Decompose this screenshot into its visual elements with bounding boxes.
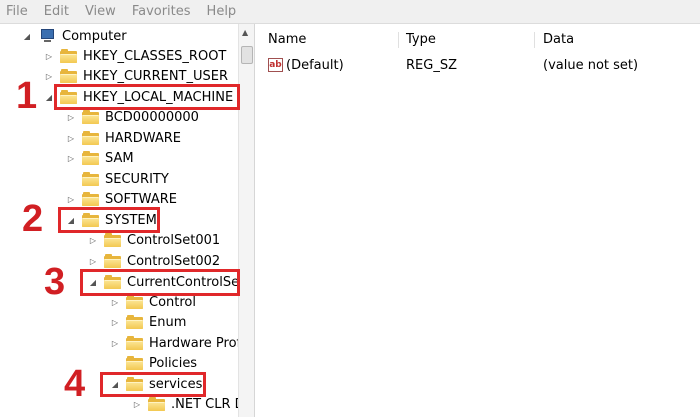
- folder-icon: [126, 315, 143, 329]
- tree-node-policies[interactable]: Policies: [110, 353, 199, 373]
- highlight-box-services: [100, 372, 206, 397]
- scroll-up-icon[interactable]: ▲: [242, 28, 248, 37]
- column-header-type[interactable]: Type: [396, 28, 532, 50]
- value-type: REG_SZ: [406, 57, 457, 73]
- folder-icon: [82, 192, 99, 206]
- expand-arrow-icon[interactable]: ▷: [66, 133, 76, 143]
- tree-scrollbar[interactable]: ▲: [238, 24, 255, 417]
- tree-node-enum[interactable]: ▷ Enum: [110, 312, 188, 332]
- highlight-box-system: [58, 207, 160, 233]
- folder-icon: [104, 233, 121, 247]
- column-header-name[interactable]: Name: [258, 28, 394, 50]
- tree-label: HKEY_CURRENT_USER: [83, 68, 229, 84]
- folder-icon: [82, 110, 99, 124]
- expand-arrow-icon[interactable]: ▷: [66, 153, 76, 163]
- expand-arrow-icon[interactable]: ▷: [66, 194, 76, 204]
- tree-label: BCD00000000: [105, 109, 199, 125]
- expand-arrow-icon[interactable]: ▷: [88, 256, 98, 266]
- folder-icon: [126, 295, 143, 309]
- menu-file[interactable]: File: [6, 4, 28, 19]
- scrollbar-thumb[interactable]: [241, 46, 253, 64]
- value-data-cell: (value not set): [543, 55, 638, 75]
- tree-label: SOFTWARE: [105, 191, 177, 207]
- tree-label: Computer: [62, 28, 127, 44]
- folder-icon: [148, 397, 165, 411]
- expand-arrow-icon[interactable]: ▷: [44, 71, 54, 81]
- folder-icon: [60, 49, 77, 63]
- tree-node-hardware[interactable]: ▷ HARDWARE: [66, 128, 183, 148]
- step-number-3: 3: [44, 261, 66, 303]
- value-name: (Default): [286, 57, 344, 73]
- folder-icon: [82, 131, 99, 145]
- tree-label: .NET CLR D: [171, 396, 238, 412]
- expand-arrow-icon[interactable]: ▷: [110, 317, 120, 327]
- value-type-cell: REG_SZ: [406, 55, 457, 75]
- step-number-4: 4: [64, 363, 86, 405]
- string-value-icon: ab: [268, 58, 283, 72]
- tree-node-software[interactable]: ▷ SOFTWARE: [66, 189, 179, 209]
- menu-view[interactable]: View: [85, 4, 116, 19]
- menu-edit[interactable]: Edit: [44, 4, 69, 19]
- tree-label: ControlSet001: [127, 232, 221, 248]
- tree-node-net-clr[interactable]: ▷ .NET CLR D: [132, 394, 238, 414]
- tree-label: Enum: [149, 314, 187, 330]
- collapse-arrow-icon[interactable]: ◢: [22, 31, 32, 41]
- value-data: (value not set): [543, 57, 639, 73]
- highlight-box-currentcontrolset: [80, 269, 240, 296]
- tree-node-controlset002[interactable]: ▷ ControlSet002: [88, 251, 222, 271]
- tree-label: Control: [149, 294, 196, 310]
- column-header-data[interactable]: Data: [533, 28, 693, 50]
- tree-label: Policies: [149, 355, 198, 371]
- folder-icon: [126, 336, 143, 350]
- tree-node-controlset001[interactable]: ▷ ControlSet001: [88, 230, 222, 250]
- expand-arrow-icon[interactable]: ▷: [88, 235, 98, 245]
- tree-label: Hardware Prof: [149, 335, 238, 351]
- tree-node-hkcu[interactable]: ▷ HKEY_CURRENT_USER: [44, 66, 230, 86]
- tree-node-hardware-profiles[interactable]: ▷ Hardware Prof: [110, 333, 238, 353]
- expand-arrow-icon[interactable]: ▷: [66, 112, 76, 122]
- expand-arrow-icon[interactable]: ▷: [44, 51, 54, 61]
- tree-node-hkcr[interactable]: ▷ HKEY_CLASSES_ROOT: [44, 46, 228, 66]
- tree-node-bcd[interactable]: ▷ BCD00000000: [66, 107, 201, 127]
- tree-node-security[interactable]: SECURITY: [66, 169, 171, 189]
- folder-icon: [82, 172, 99, 186]
- folder-icon: [82, 151, 99, 165]
- step-number-1: 1: [16, 75, 38, 117]
- tree-label: HKEY_CLASSES_ROOT: [83, 48, 227, 64]
- menu-bar: File Edit View Favorites Help: [0, 0, 700, 24]
- computer-icon: [38, 29, 56, 43]
- highlight-box-hklm: [54, 84, 240, 110]
- folder-icon: [126, 356, 143, 370]
- tree-label: ControlSet002: [127, 253, 221, 269]
- tree-node-computer[interactable]: ◢ Computer: [22, 26, 129, 46]
- menu-favorites[interactable]: Favorites: [132, 4, 191, 19]
- tree-node-sam[interactable]: ▷ SAM: [66, 148, 136, 168]
- menu-help[interactable]: Help: [207, 4, 237, 19]
- tree-label: HARDWARE: [105, 130, 181, 146]
- collapse-arrow-icon[interactable]: ◢: [44, 92, 54, 102]
- expand-arrow-icon[interactable]: ▷: [110, 338, 120, 348]
- tree-label: SAM: [105, 150, 134, 166]
- value-row[interactable]: ab (Default): [268, 55, 344, 75]
- expand-arrow-icon[interactable]: ▷: [132, 399, 142, 409]
- tree-label: SECURITY: [105, 171, 169, 187]
- folder-icon: [60, 69, 77, 83]
- step-number-2: 2: [22, 198, 44, 240]
- expand-arrow-icon[interactable]: ▷: [110, 297, 120, 307]
- folder-icon: [104, 254, 121, 268]
- values-pane: Name Type Data ab (Default) REG_SZ (valu…: [258, 24, 700, 417]
